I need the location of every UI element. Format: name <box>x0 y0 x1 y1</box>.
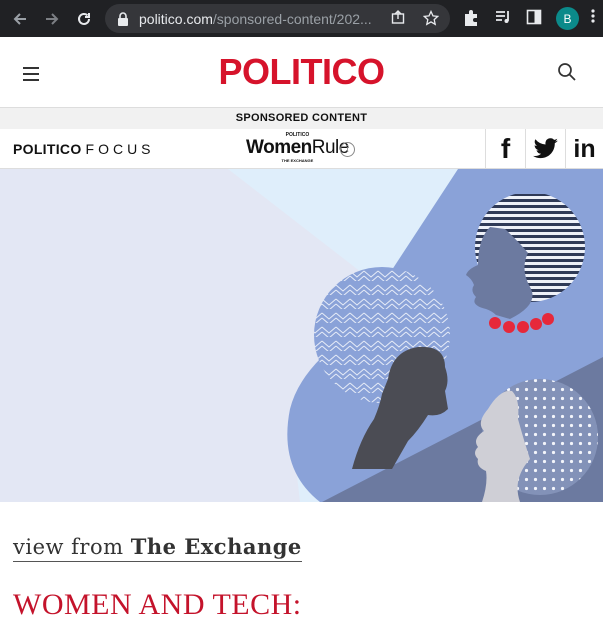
focus-bar: POLITICO FOCUS POLITICO WomenRule THE EXC… <box>0 129 603 169</box>
url-text: politico.com/sponsored-content/202... <box>139 10 372 27</box>
politico-logo[interactable]: POLITICO <box>219 51 386 93</box>
reload-icon[interactable] <box>71 6 97 32</box>
lock-icon <box>118 11 128 26</box>
share-icon[interactable] <box>391 10 406 29</box>
sponsored-content-label: SPONSORED CONTENT <box>0 108 603 129</box>
browser-toolbar: politico.com/sponsored-content/202... B <box>0 0 603 37</box>
womenrule-logo[interactable]: POLITICO WomenRule THE EXCHANGE <box>246 132 349 163</box>
site-header: POLITICO <box>0 37 603 108</box>
hero-illustration <box>0 169 603 502</box>
byline[interactable]: view from The Exchange <box>13 534 302 562</box>
politico-focus-brand[interactable]: POLITICO FOCUS <box>13 141 155 157</box>
profile-avatar[interactable]: B <box>556 7 579 30</box>
extensions-icon[interactable] <box>463 8 479 31</box>
more-menu-icon[interactable] <box>591 8 595 29</box>
side-panel-icon[interactable] <box>526 8 542 31</box>
address-bar[interactable]: politico.com/sponsored-content/202... <box>105 4 450 33</box>
linkedin-icon[interactable]: in <box>565 129 603 169</box>
twitter-icon[interactable] <box>525 129 565 169</box>
hero-artwork <box>0 169 603 502</box>
search-icon[interactable] <box>557 62 577 87</box>
forward-arrow-icon[interactable] <box>39 6 65 32</box>
media-control-icon[interactable] <box>495 8 511 31</box>
back-arrow-icon[interactable] <box>7 6 33 32</box>
article-headline: WOMEN AND TECH: <box>13 588 302 621</box>
facebook-icon[interactable]: f <box>485 129 525 169</box>
info-icon[interactable]: i <box>340 142 355 157</box>
bookmark-star-icon[interactable] <box>422 9 440 30</box>
hamburger-menu-icon[interactable] <box>23 67 39 85</box>
